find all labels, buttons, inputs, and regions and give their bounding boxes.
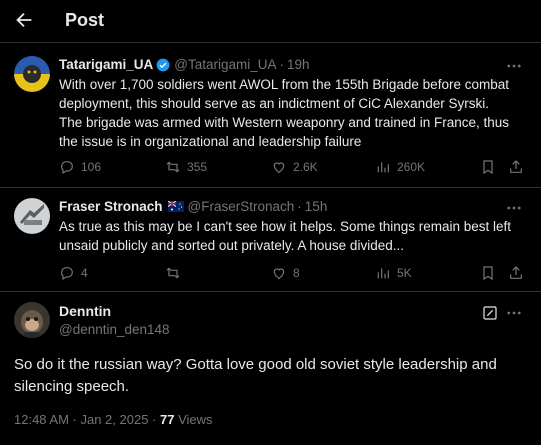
reply-icon (61, 267, 73, 281)
action-bar: 4 8 5K (59, 265, 529, 283)
bookmark-icon[interactable] (480, 159, 496, 175)
separator: · (279, 57, 285, 72)
tweet-line: So do it the russian way? Gotta love goo… (14, 356, 497, 373)
like-button[interactable]: 2.6K (271, 159, 318, 175)
tweet-line: The brigade was armed with Western weapo… (59, 115, 509, 130)
tweet-divider (0, 291, 541, 292)
tweet-line: With over 1,700 soldiers went AWOL from … (59, 77, 509, 92)
tweet-text: As true as this may be I can't see how i… (59, 217, 529, 255)
view-count: 260K (397, 160, 426, 174)
avatar[interactable] (14, 56, 50, 92)
tweet-line: silencing speech. (14, 378, 130, 395)
more-options-icon[interactable] (505, 304, 523, 322)
reply-count: 106 (81, 160, 102, 174)
tweet-line: As true as this may be I can't see how i… (59, 219, 512, 234)
bookmark-icon[interactable] (480, 265, 496, 281)
more-options-icon[interactable] (505, 199, 523, 217)
like-count: 8 (293, 266, 300, 280)
author-handle[interactable]: @FraserStronach (188, 199, 295, 214)
tweet-line: deployment, this should serve as an indi… (59, 96, 489, 111)
reply-icon (61, 161, 73, 175)
tweet-header: Tatarigami_UA @Tatarigami_UA · 19h (59, 57, 310, 72)
repost-icon (166, 161, 180, 173)
author-name[interactable]: Fraser Stronach (59, 199, 163, 214)
page-title: Post (65, 10, 105, 30)
reply-button[interactable]: 106 (59, 159, 101, 175)
views-icon (377, 268, 389, 279)
action-bar: 106 355 2.6K 260K (59, 159, 529, 177)
more-options-icon[interactable] (505, 57, 523, 75)
author-handle[interactable]: @denntin_den148 (59, 322, 170, 337)
tweet-meta: 12:48 AM · Jan 2, 2025 · 77 Views (14, 412, 213, 427)
repost-button[interactable] (165, 265, 187, 281)
reply-count: 4 (81, 266, 88, 280)
views-icon (377, 162, 389, 173)
views-count: 77 (159, 412, 175, 427)
repost-button[interactable]: 355 (165, 159, 207, 175)
avatar[interactable] (14, 198, 50, 234)
views-button[interactable]: 260K (375, 159, 425, 175)
tweet-divider (0, 187, 541, 188)
australia-flag-icon (167, 201, 184, 212)
view-count: 5K (397, 266, 412, 280)
share-icon[interactable] (508, 265, 524, 281)
tweet-timestamp[interactable]: 12:48 AM · Jan 2, 2025 · (14, 412, 160, 427)
header-divider (0, 42, 541, 43)
tweet-text: So do it the russian way? Gotta love goo… (14, 354, 529, 398)
like-count: 2.6K (293, 160, 318, 174)
share-icon[interactable] (508, 159, 524, 175)
heart-icon (273, 268, 285, 280)
reply-button[interactable]: 4 (59, 265, 88, 281)
repost-icon (166, 267, 180, 279)
views-label: Views (174, 412, 213, 427)
avatar[interactable] (14, 302, 50, 338)
separator: · (297, 199, 302, 214)
author-name[interactable]: Denntin (59, 303, 111, 319)
tweet-header: Fraser Stronach @FraserStronach · 15h (59, 199, 327, 214)
heart-icon (273, 162, 285, 174)
top-bar: Post (0, 0, 541, 42)
verified-badge-icon (156, 58, 170, 71)
tweet-time[interactable]: 19h (287, 57, 310, 72)
views-button[interactable]: 5K (375, 265, 412, 281)
tweet-time[interactable]: 15h (305, 199, 328, 214)
author-name[interactable]: Tatarigami_UA (59, 57, 153, 72)
author-handle[interactable]: @Tatarigami_UA (174, 57, 276, 72)
tweet-line: the issue is in organizational and leade… (59, 134, 362, 149)
edit-icon[interactable] (482, 305, 498, 321)
tweet-text: With over 1,700 soldiers went AWOL from … (59, 75, 529, 151)
tweet-line: unsaid publicly and sorted out privately… (59, 238, 404, 253)
like-button[interactable]: 8 (271, 265, 300, 281)
repost-count: 355 (187, 160, 208, 174)
back-arrow-icon[interactable] (13, 9, 35, 31)
